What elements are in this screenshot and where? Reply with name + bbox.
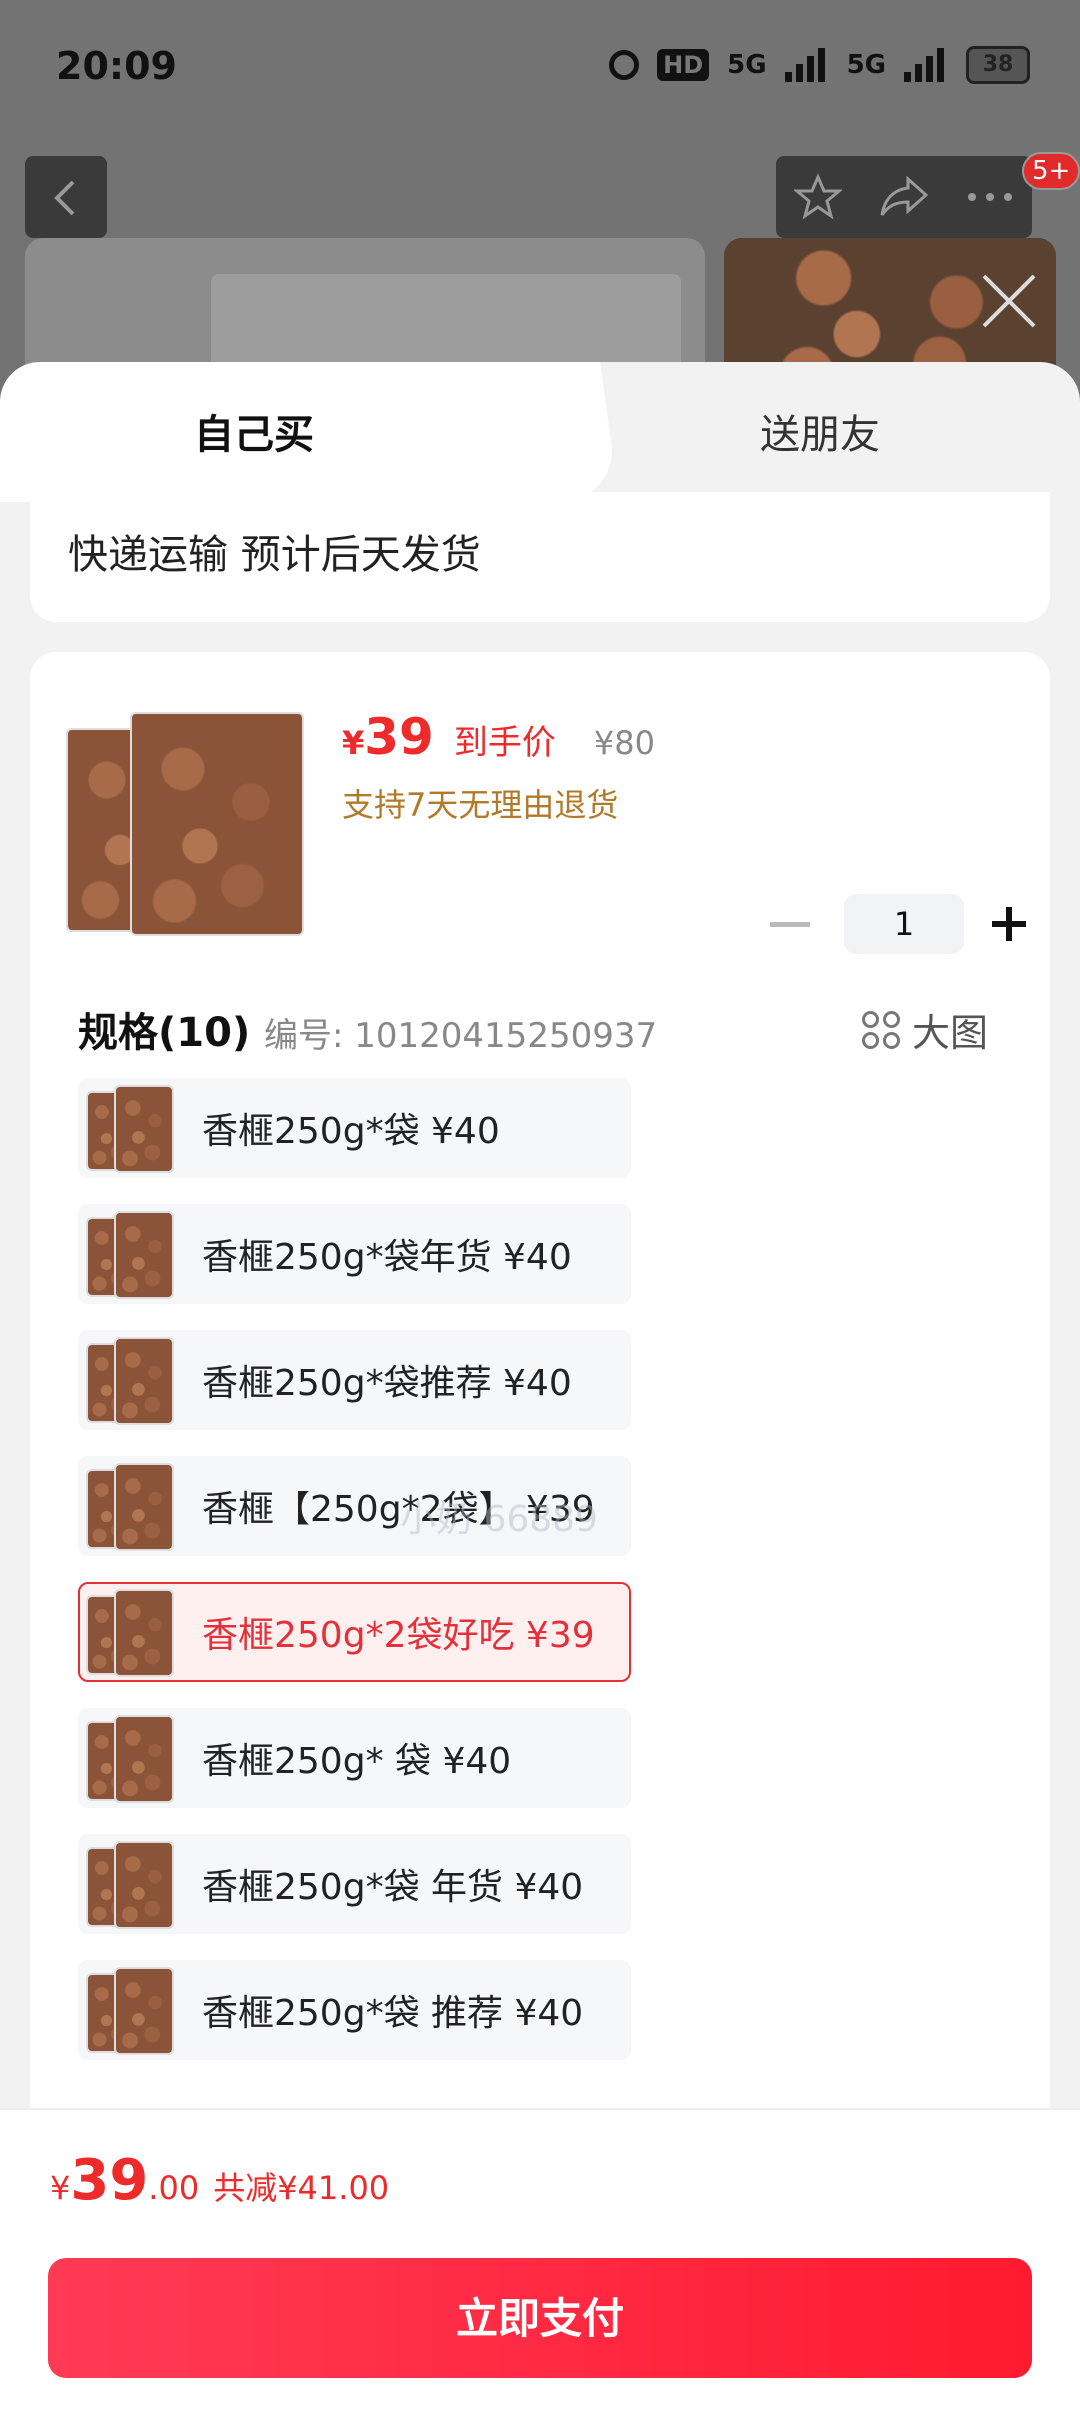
spec-option-label: 香榧250g*2袋好吃 ¥39 bbox=[202, 1615, 595, 1656]
chevron-left-icon bbox=[54, 180, 75, 216]
spec-option-thumbnail bbox=[86, 1337, 174, 1425]
tab-gift-friend[interactable]: 送朋友 bbox=[760, 402, 880, 460]
top-action-group bbox=[776, 156, 1032, 238]
spec-option-thumbnail bbox=[86, 1211, 174, 1299]
quantity-field[interactable]: 1 bbox=[844, 894, 964, 954]
hd-icon: HD bbox=[657, 49, 710, 81]
spec-option[interactable]: 香榧250g*袋 ¥40 bbox=[78, 1078, 631, 1178]
footer-price-int: 39 bbox=[70, 2148, 149, 2213]
signal-icon bbox=[784, 48, 829, 82]
tab-self-label: 自己买 bbox=[194, 412, 314, 458]
spec-option-thumbnail bbox=[86, 1463, 174, 1551]
background-page: 20:09 HD 5G 5G 38 5+ bbox=[0, 0, 1080, 404]
battery-icon: 38 bbox=[966, 46, 1030, 84]
price-row: ¥39 到手价 ¥80 bbox=[342, 708, 655, 766]
spec-option[interactable]: 香榧250g*袋年货 ¥40 bbox=[78, 1204, 631, 1304]
more-icon[interactable] bbox=[966, 191, 1014, 203]
spec-option-thumbnail bbox=[86, 1589, 174, 1677]
tab-self[interactable]: 自己买 bbox=[0, 362, 560, 502]
spec-options-list: 香榧250g*袋 ¥40 香榧250g*袋年货 ¥40 香榧250g*袋推荐 ¥40… bbox=[78, 1078, 631, 2086]
price-tag: 到手价 bbox=[453, 723, 556, 763]
quantity-plus-button[interactable] bbox=[992, 907, 1026, 941]
big-picture-button[interactable]: 大图 bbox=[862, 1002, 988, 1057]
spec-option[interactable]: 香榧250g*袋 年货 ¥40 bbox=[78, 1834, 631, 1934]
spec-option[interactable]: 香榧250g* 袋 ¥40 bbox=[78, 1708, 631, 1808]
quantity-stepper: 1 bbox=[770, 894, 1026, 954]
share-icon[interactable] bbox=[878, 175, 930, 219]
footer-price-symbol: ¥ bbox=[50, 2169, 71, 2207]
spec-option-thumbnail bbox=[86, 1715, 174, 1803]
message-badge: 5+ bbox=[1022, 152, 1080, 190]
spec-title: 规格(10) bbox=[78, 1010, 251, 1056]
spec-option-label: 香榧250g*袋 ¥40 bbox=[202, 1111, 500, 1152]
checkout-footer: ¥ 39 .00 共减¥41.00 立即支付 bbox=[0, 2108, 1080, 2414]
close-icon[interactable] bbox=[978, 270, 1040, 332]
pay-now-button[interactable]: 立即支付 bbox=[48, 2258, 1032, 2378]
savings-text: 共减¥41.00 bbox=[213, 2169, 390, 2207]
grid-icon bbox=[862, 1010, 900, 1049]
quantity-minus-button[interactable] bbox=[770, 921, 810, 927]
delivery-info: 快递运输 预计后天发货 bbox=[68, 532, 481, 578]
final-price: ¥39 bbox=[342, 708, 434, 766]
watermark: 小奶 66889 bbox=[400, 1499, 598, 1540]
spec-option-thumbnail bbox=[86, 1841, 174, 1929]
spec-option-thumbnail bbox=[86, 1085, 174, 1173]
footer-price-dec: .00 bbox=[148, 2169, 200, 2207]
spec-code: 编号: 10120415250937 bbox=[264, 1016, 658, 1056]
spec-option[interactable]: 香榧250g*2袋好吃 ¥39 bbox=[78, 1582, 631, 1682]
spec-option-label: 香榧250g*袋推荐 ¥40 bbox=[202, 1363, 572, 1404]
network-label-2: 5G bbox=[846, 50, 886, 80]
status-time: 20:09 bbox=[56, 44, 177, 88]
spec-option[interactable]: 香榧250g*袋推荐 ¥40 bbox=[78, 1330, 631, 1430]
purchase-sheet: 自己买 送朋友 快递运输 预计后天发货 ¥39 到手价 ¥80 支持7天无理由退… bbox=[0, 362, 1080, 2412]
network-label-1: 5G bbox=[727, 50, 767, 80]
spec-option-label: 香榧250g*袋年货 ¥40 bbox=[202, 1237, 572, 1278]
status-bar: 20:09 HD 5G 5G 38 bbox=[0, 0, 1080, 140]
spec-option-thumbnail bbox=[86, 1967, 174, 2055]
spec-option-label: 香榧250g*袋 年货 ¥40 bbox=[202, 1867, 584, 1908]
alarm-icon bbox=[609, 50, 640, 80]
original-price: ¥80 bbox=[593, 724, 655, 762]
product-thumbnail[interactable] bbox=[66, 712, 306, 936]
status-icons: HD 5G 5G 38 bbox=[609, 46, 1030, 84]
big-picture-label: 大图 bbox=[912, 1011, 989, 1055]
delivery-card: 快递运输 预计后天发货 bbox=[30, 492, 1050, 622]
signal-icon bbox=[904, 48, 948, 82]
product-card: ¥39 到手价 ¥80 支持7天无理由退货 1 规格(10) 编号: 10120… bbox=[30, 652, 1050, 2152]
star-icon[interactable] bbox=[794, 173, 842, 221]
back-button[interactable] bbox=[25, 156, 107, 238]
refund-note: 支持7天无理由退货 bbox=[342, 786, 619, 824]
spec-option-label: 香榧250g*袋 推荐 ¥40 bbox=[202, 1993, 584, 2034]
spec-option-label: 香榧250g* 袋 ¥40 bbox=[202, 1741, 512, 1782]
spec-option[interactable]: 香榧250g*袋 推荐 ¥40 bbox=[78, 1960, 631, 2060]
footer-price: ¥ 39 .00 共减¥41.00 bbox=[50, 2148, 389, 2213]
